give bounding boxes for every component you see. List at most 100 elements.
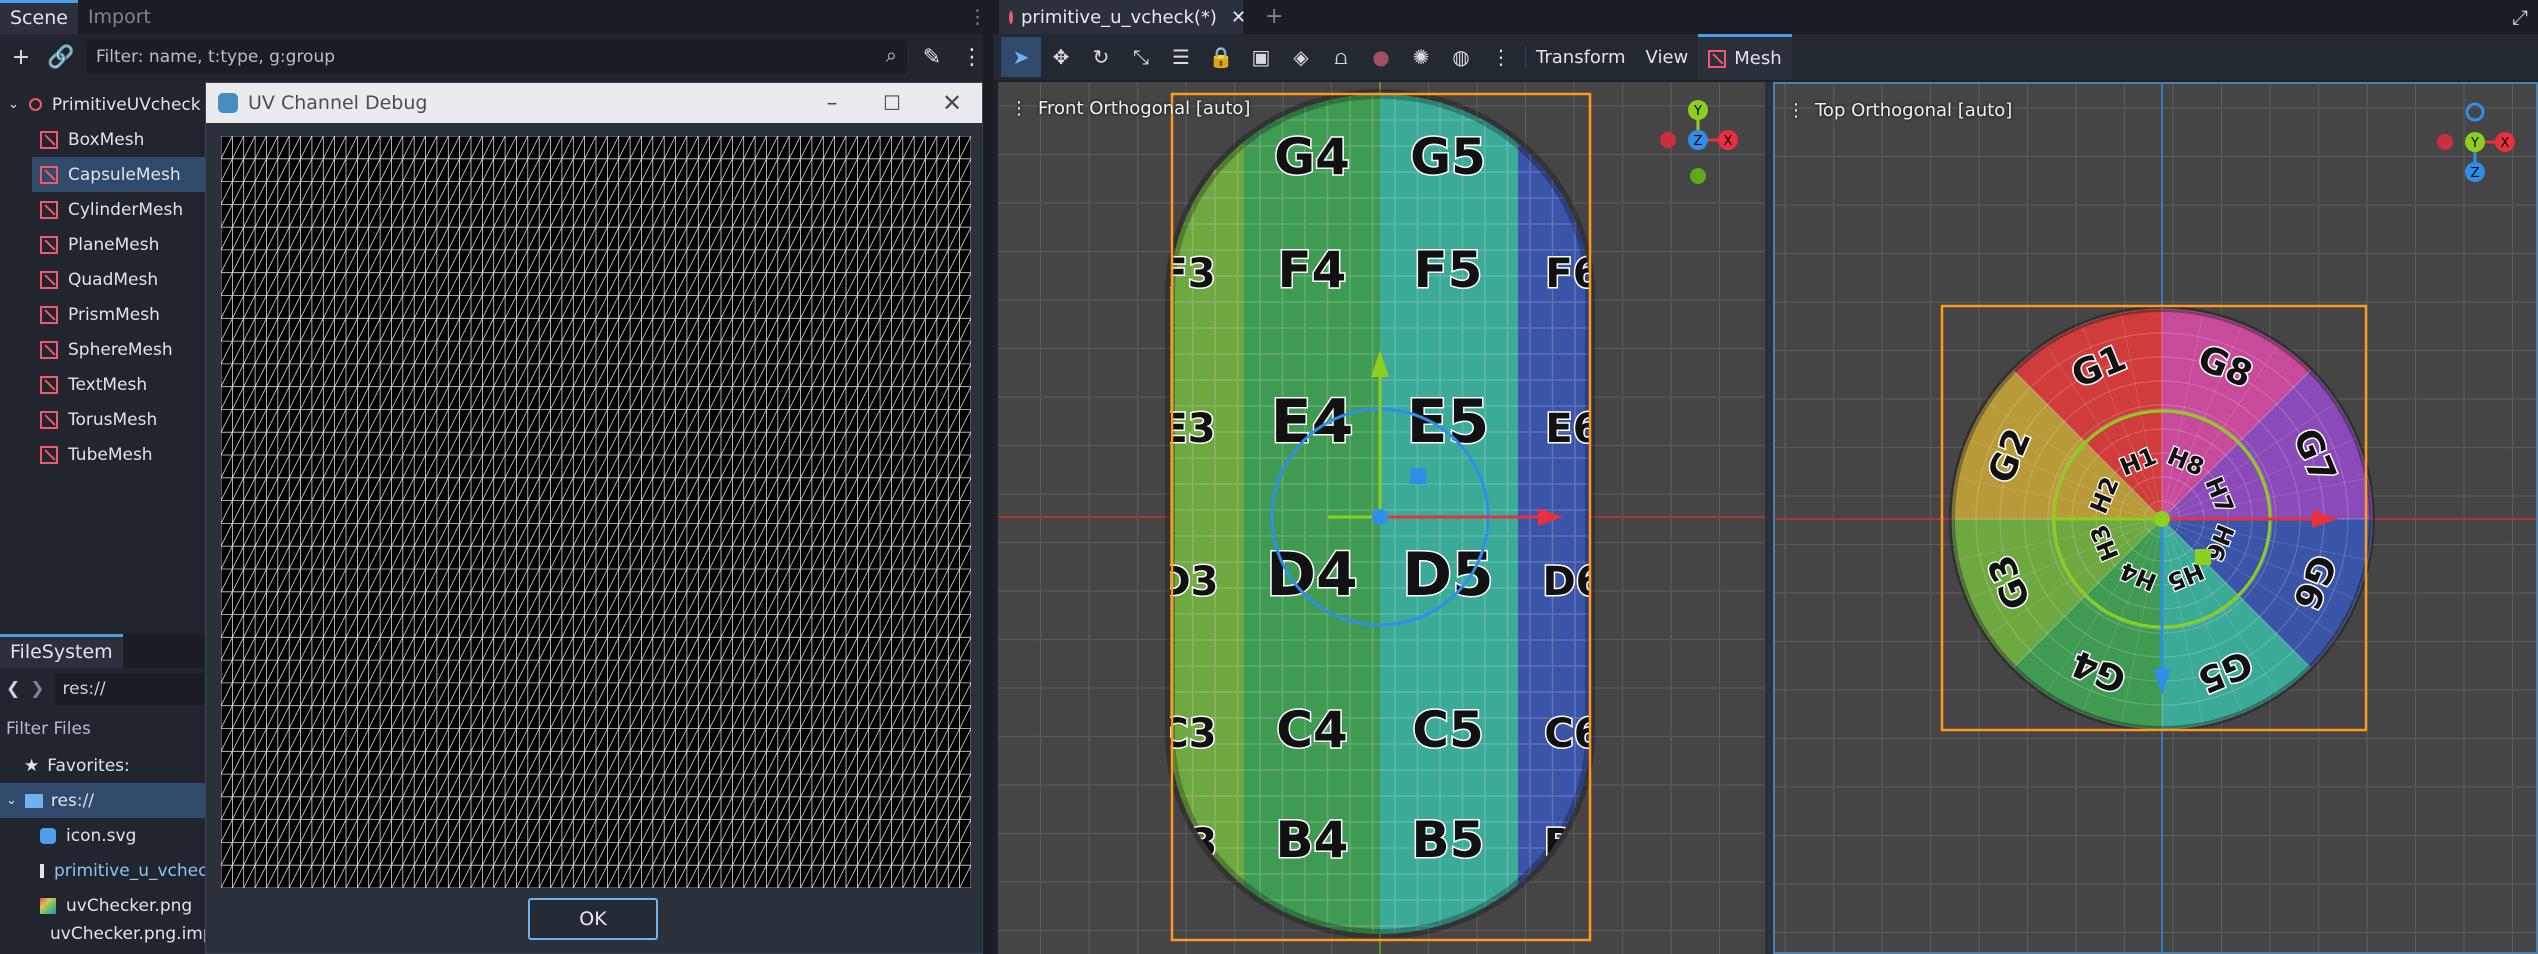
dock-splitter[interactable] [983, 0, 993, 954]
menu-transform[interactable]: Transform [1525, 46, 1636, 68]
add-node-icon[interactable]: + [6, 42, 36, 72]
tree-item-label: QuadMesh [68, 269, 159, 290]
sun-icon[interactable]: ✺ [1401, 37, 1441, 77]
tree-item-prismmesh[interactable]: PrismMesh [0, 297, 205, 332]
clapper-icon [40, 863, 44, 878]
camera-override-icon[interactable]: ● [1361, 37, 1401, 77]
tab-scene[interactable]: Scene [0, 0, 78, 34]
meshinstance-icon [40, 410, 58, 429]
front-axis-gizmo[interactable]: Y X Z [1648, 90, 1748, 190]
tree-item-label: SphereMesh [68, 339, 173, 360]
rotate-tool-icon[interactable]: ↻ [1081, 37, 1121, 77]
file-row-scene[interactable]: primitive_u_vcheck.tscn [0, 853, 205, 888]
tree-item-torusmesh[interactable]: TorusMesh [0, 402, 205, 437]
scale-tool-icon[interactable]: ⤡ [1121, 37, 1161, 77]
scene-filter-input[interactable]: Filter: name, t:type, g:group ⌕ [86, 40, 907, 74]
environment-icon[interactable]: ◍ [1441, 37, 1481, 77]
back-icon[interactable]: ❮ [6, 679, 20, 699]
tree-item-label: BoxMesh [68, 129, 145, 150]
close-icon[interactable]: ✕ [922, 89, 982, 117]
link-icon[interactable]: 🔗 [46, 42, 76, 72]
scene-tab-label: primitive_u_vcheck(*) [1021, 6, 1217, 28]
file-label: icon.svg [66, 825, 137, 846]
path-field[interactable]: res:// [54, 673, 205, 705]
svg-text:E4: E4 [1271, 387, 1354, 457]
more-icon[interactable]: ⋮ [1481, 37, 1521, 77]
tab-filesystem[interactable]: FileSystem [0, 634, 123, 668]
menu-mesh[interactable]: Mesh [1698, 34, 1792, 80]
svg-text:E5: E5 [1407, 387, 1490, 457]
filter-files-input[interactable]: Filter Files [0, 710, 205, 748]
tree-item-boxmesh[interactable]: BoxMesh [0, 122, 205, 157]
maximize-icon[interactable]: ☐ [862, 91, 922, 115]
tree-item-spheremesh[interactable]: SphereMesh [0, 332, 205, 367]
collapse-arrow-icon[interactable]: ⌄ [8, 97, 19, 112]
ok-button[interactable]: OK [528, 898, 658, 940]
collapse-arrow-icon[interactable]: ⌄ [6, 793, 17, 808]
viewport-menu-icon[interactable]: ⋮ [1010, 98, 1028, 119]
local-space-icon[interactable]: ◈ [1281, 37, 1321, 77]
minimize-icon[interactable]: – [802, 91, 862, 116]
move-tool-icon[interactable]: ✥ [1041, 37, 1081, 77]
tree-item-label: PrismMesh [68, 304, 160, 325]
file-row-icon-svg[interactable]: icon.svg [0, 818, 205, 853]
viewport-menu-icon[interactable]: ⋮ [1787, 100, 1805, 121]
tree-root[interactable]: ⌄ PrimitiveUVcheck [0, 87, 205, 122]
tree-item-quadmesh[interactable]: QuadMesh [0, 262, 205, 297]
svg-text:Z: Z [2471, 166, 2480, 181]
file-row-png[interactable]: uvChecker.png [0, 888, 205, 923]
tree-item-tubemesh[interactable]: TubeMesh [0, 437, 205, 472]
tab-import[interactable]: Import [78, 0, 161, 34]
front-viewport[interactable]: G3 G4 G5 G6 F3 F4 F5 F6 E3 E4 E5 E6 D3 D4 D5 D6 C3 C4 C5 C6… [998, 82, 1765, 954]
scene-dock-tabs: Scene Import ⋮ [0, 0, 993, 34]
uv-wireframe [221, 136, 971, 888]
godot-icon [218, 93, 238, 113]
meshinstance-icon [40, 130, 58, 149]
top-viewport-label[interactable]: ⋮ Top Orthogonal [auto] [1787, 100, 2012, 121]
select-tool-icon[interactable]: ➤ [1001, 37, 1041, 77]
file-row-import[interactable]: uvChecker.png.import [0, 923, 205, 945]
star-icon: ★ [24, 755, 40, 776]
svg-text:Z: Z [1694, 134, 1703, 149]
tree-root-label: PrimitiveUVcheck [51, 94, 201, 115]
top-axis-gizmo[interactable]: X Z Y [2425, 92, 2525, 192]
close-tab-icon[interactable]: ✕ [1231, 7, 1246, 28]
distraction-free-icon[interactable]: ⤢ [2512, 0, 2528, 34]
tree-item-capsulemesh[interactable]: CapsuleMesh [32, 157, 205, 192]
tree-item-textmesh[interactable]: TextMesh [0, 367, 205, 402]
svg-text:X: X [1724, 134, 1733, 149]
top-viewport[interactable]: G1 G8 G7 G6 G5 G4 G3 G2 H1 H8 H7 H6 H5 H4 H3 H2 ⋮ Top O… [1773, 82, 2538, 954]
tree-item-label: TextMesh [68, 374, 148, 395]
tree-item-planemesh[interactable]: PlaneMesh [0, 227, 205, 262]
forward-icon[interactable]: ❯ [30, 679, 44, 699]
dialog-titlebar[interactable]: UV Channel Debug – ☐ ✕ [206, 83, 982, 123]
menu-view[interactable]: View [1636, 47, 1699, 68]
front-viewport-label[interactable]: ⋮ Front Orthogonal [auto] [1010, 98, 1250, 119]
svg-text:C4: C4 [1276, 701, 1347, 759]
top-viewport-title: Top Orthogonal [auto] [1815, 100, 2013, 121]
list-select-icon[interactable]: ☰ [1161, 37, 1201, 77]
filesystem-dock: FileSystem ❮ ❯ res:// Filter Files ★ Fav… [0, 634, 205, 954]
svg-text:B4: B4 [1276, 811, 1349, 869]
meshinstance-icon [40, 235, 58, 254]
snap-icon[interactable]: ⩍ [1321, 37, 1361, 77]
lock-icon[interactable]: 🔒 [1201, 37, 1241, 77]
viewport-splitter[interactable] [1765, 82, 1773, 954]
favorites-row[interactable]: ★ Favorites: [0, 748, 205, 783]
mesh-icon [1708, 49, 1727, 68]
res-root-label: res:// [50, 790, 95, 811]
tree-item-cylindermesh[interactable]: CylinderMesh [0, 192, 205, 227]
tab-scene-file[interactable]: primitive_u_vcheck(*) ✕ [999, 0, 1246, 34]
node3d-icon [1009, 10, 1013, 24]
meshinstance-icon [40, 445, 58, 464]
scene-tree: ⌄ PrimitiveUVcheck BoxMesh CapsuleMesh C… [0, 87, 205, 472]
svg-text:B3: B3 [1159, 821, 1217, 867]
file-label: uvChecker.png.import [50, 924, 205, 944]
filter-files-placeholder: Filter Files [6, 719, 91, 739]
group-icon[interactable]: ▣ [1241, 37, 1281, 77]
editor-main: primitive_u_vcheck(*) ✕ + ⤢ ➤ ✥ ↻ ⤡ ☰ 🔒 … [993, 0, 2538, 954]
script-icon[interactable]: ✎ [917, 42, 947, 72]
res-root-row[interactable]: ⌄ res:// [0, 783, 205, 818]
add-tab-icon[interactable]: + [1265, 0, 1283, 34]
svg-text:G5: G5 [1410, 128, 1486, 186]
